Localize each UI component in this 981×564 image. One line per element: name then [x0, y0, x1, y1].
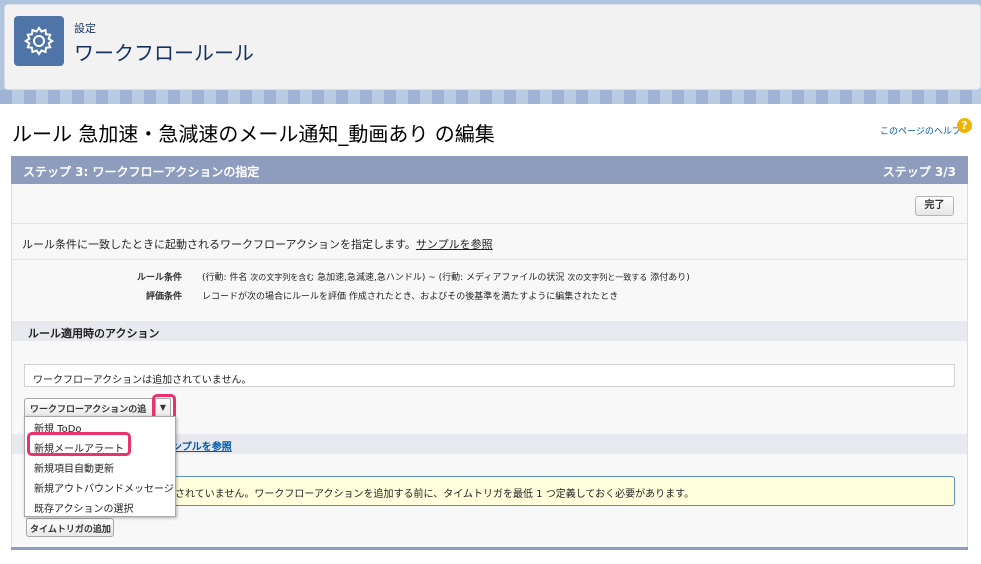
- step-bar: ステップ 3: ワークフローアクションの指定 ステップ 3/3: [11, 156, 968, 184]
- rule-criteria-value: (行動: 件名 次の文字列を含む 急加速,急減速,急ハンドル) ~ (行動: メ…: [202, 270, 690, 283]
- help-link[interactable]: このページのヘルプ: [880, 124, 961, 137]
- menu-item-select-existing[interactable]: 既存アクションの選択: [34, 500, 134, 515]
- page-title: ワークフロールール: [74, 41, 254, 65]
- add-time-trigger-button[interactable]: タイムトリガの追加: [26, 518, 114, 537]
- rule-edit-title: ルール 急加速・急減速のメール通知_動画あり の編集: [12, 122, 495, 146]
- help-icon[interactable]: ?: [957, 118, 972, 133]
- criteria-val-2: 添付あり): [650, 273, 690, 283]
- setup-header: 設定 ワークフロールール: [0, 0, 981, 104]
- eval-criteria-label: 評価条件: [145, 292, 182, 302]
- add-workflow-action-button[interactable]: ワークフローアクションの追加: [24, 398, 154, 428]
- header-pattern: [0, 90, 981, 104]
- step-counter: ステップ 3/3: [882, 165, 956, 179]
- instructions-text: ルール条件に一致したときに起動されるワークフローアクションを指定します。: [22, 238, 416, 251]
- sample-link[interactable]: サンプルを参照: [416, 238, 493, 251]
- setup-gear-icon: [14, 16, 64, 66]
- no-actions-message: ワークフローアクションは追加されていません。: [24, 364, 955, 387]
- sample-link-2[interactable]: ンプルを参照: [172, 438, 232, 453]
- step-label: ステップ 3: ワークフローアクションの指定: [23, 165, 260, 179]
- instructions: ルール条件に一致したときに起動されるワークフローアクションを指定します。サンプル…: [22, 236, 493, 252]
- divider: [12, 259, 967, 260]
- eval-criteria-value: レコードが次の場合にルールを評価 作成されたとき、およびその後基準を満たすように…: [202, 292, 619, 302]
- criteria-op-1: 次の文字列を含む: [250, 273, 315, 282]
- criteria-val-1: 急加速,急減速,急ハンドル) ~ (行動: メディアファイルの状況: [317, 273, 565, 283]
- divider: [12, 223, 967, 224]
- criteria-part-1: (行動: 件名: [202, 273, 248, 283]
- criteria-op-2: 次の文字列と一致する: [567, 273, 648, 282]
- done-button[interactable]: 完了: [915, 196, 954, 216]
- rule-criteria-label: ルール条件: [136, 273, 182, 283]
- highlight-email-alert: [27, 432, 131, 456]
- panel-bottom-bar: [11, 547, 968, 550]
- menu-item-new-outbound-message[interactable]: 新規アウトバウンドメッセージ: [34, 480, 174, 495]
- immediate-actions-header: ルール適用時のアクション: [12, 321, 967, 341]
- breadcrumb[interactable]: 設定: [74, 20, 96, 36]
- menu-item-new-field-update[interactable]: 新規項目自動更新: [34, 460, 114, 475]
